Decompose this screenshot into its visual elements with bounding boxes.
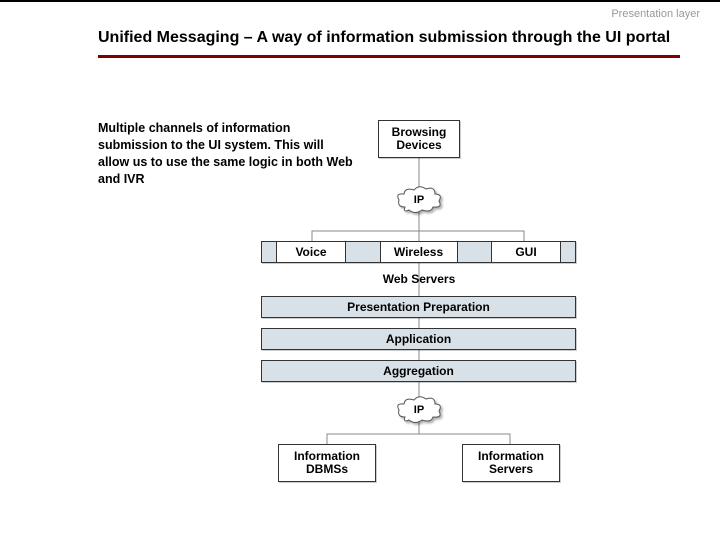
page-title: Unified Messaging – A way of information…	[98, 28, 680, 58]
channel-band: Voice Wireless GUI	[261, 241, 576, 263]
label-web-servers: Web Servers	[378, 272, 460, 286]
node-application: Application	[261, 328, 576, 350]
node-aggregation: Aggregation	[261, 360, 576, 382]
description-text: Multiple channels of information submiss…	[98, 120, 358, 188]
node-ip-cloud-top: IP	[395, 185, 443, 215]
node-information-servers: Information Servers	[462, 444, 560, 482]
node-ip-cloud-bottom: IP	[395, 395, 443, 425]
node-information-dbmss: Information DBMSs	[278, 444, 376, 482]
node-voice: Voice	[276, 241, 346, 263]
node-presentation-preparation: Presentation Preparation	[261, 296, 576, 318]
node-gui: GUI	[491, 241, 561, 263]
node-wireless: Wireless	[380, 241, 458, 263]
layer-label: Presentation layer	[611, 8, 700, 20]
node-browsing-devices: Browsing Devices	[378, 120, 460, 158]
